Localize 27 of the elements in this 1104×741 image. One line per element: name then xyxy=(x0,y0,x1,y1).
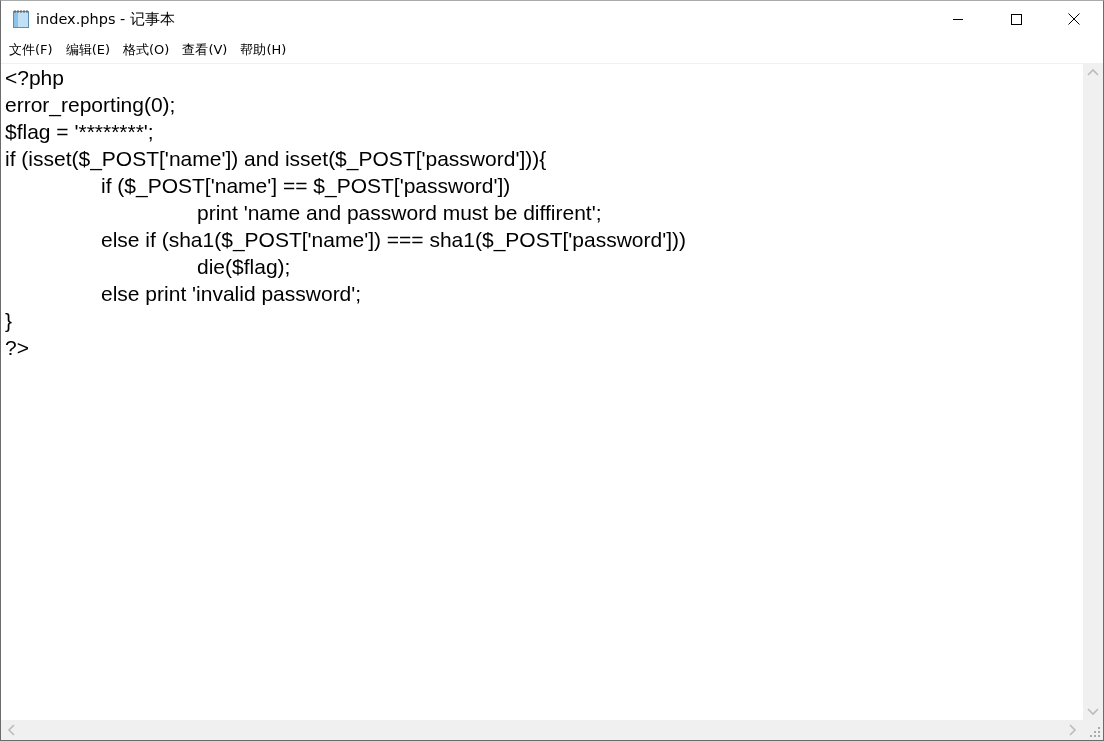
code-line: print 'name and password must be diffirent'; xyxy=(197,201,602,224)
close-icon xyxy=(1068,13,1080,25)
code-line: } xyxy=(5,309,12,332)
code-line: if ($_POST['name'] == $_POST['password']) xyxy=(101,174,511,197)
code-line: die($flag); xyxy=(197,255,291,278)
code-line: else print 'invalid password'; xyxy=(101,282,362,305)
maximize-icon xyxy=(1010,13,1022,25)
scroll-down-icon xyxy=(1087,708,1099,716)
window-title: index.phps - 记事本 xyxy=(36,9,175,29)
code-line: error_reporting(0); xyxy=(5,93,176,116)
vertical-scrollbar[interactable] xyxy=(1083,64,1103,720)
code-line: ?> xyxy=(5,336,29,359)
menu-item[interactable]: 查看(V) xyxy=(176,39,234,61)
menu-item[interactable]: 格式(O) xyxy=(117,39,176,61)
code-line: $flag = '********'; xyxy=(5,120,154,143)
notepad-icon xyxy=(12,9,30,29)
code-line: <?php xyxy=(5,66,64,89)
code-line: else if (sha1($_POST['name']) === sha1($_POST['password'])) xyxy=(101,228,687,251)
horizontal-scrollbar[interactable] xyxy=(1,720,1083,740)
scroll-left-icon xyxy=(7,724,15,736)
resize-grip-icon xyxy=(1090,727,1100,737)
scroll-right-icon xyxy=(1069,724,1077,736)
scroll-up-icon xyxy=(1087,68,1099,76)
menu-item[interactable]: 文件(F) xyxy=(3,39,59,61)
code-line: if (isset($_POST['name']) and isset($_POST['password'])){ xyxy=(5,147,547,170)
menu-item[interactable]: 帮助(H) xyxy=(234,39,293,61)
menu-item[interactable]: 编辑(E) xyxy=(59,39,116,61)
